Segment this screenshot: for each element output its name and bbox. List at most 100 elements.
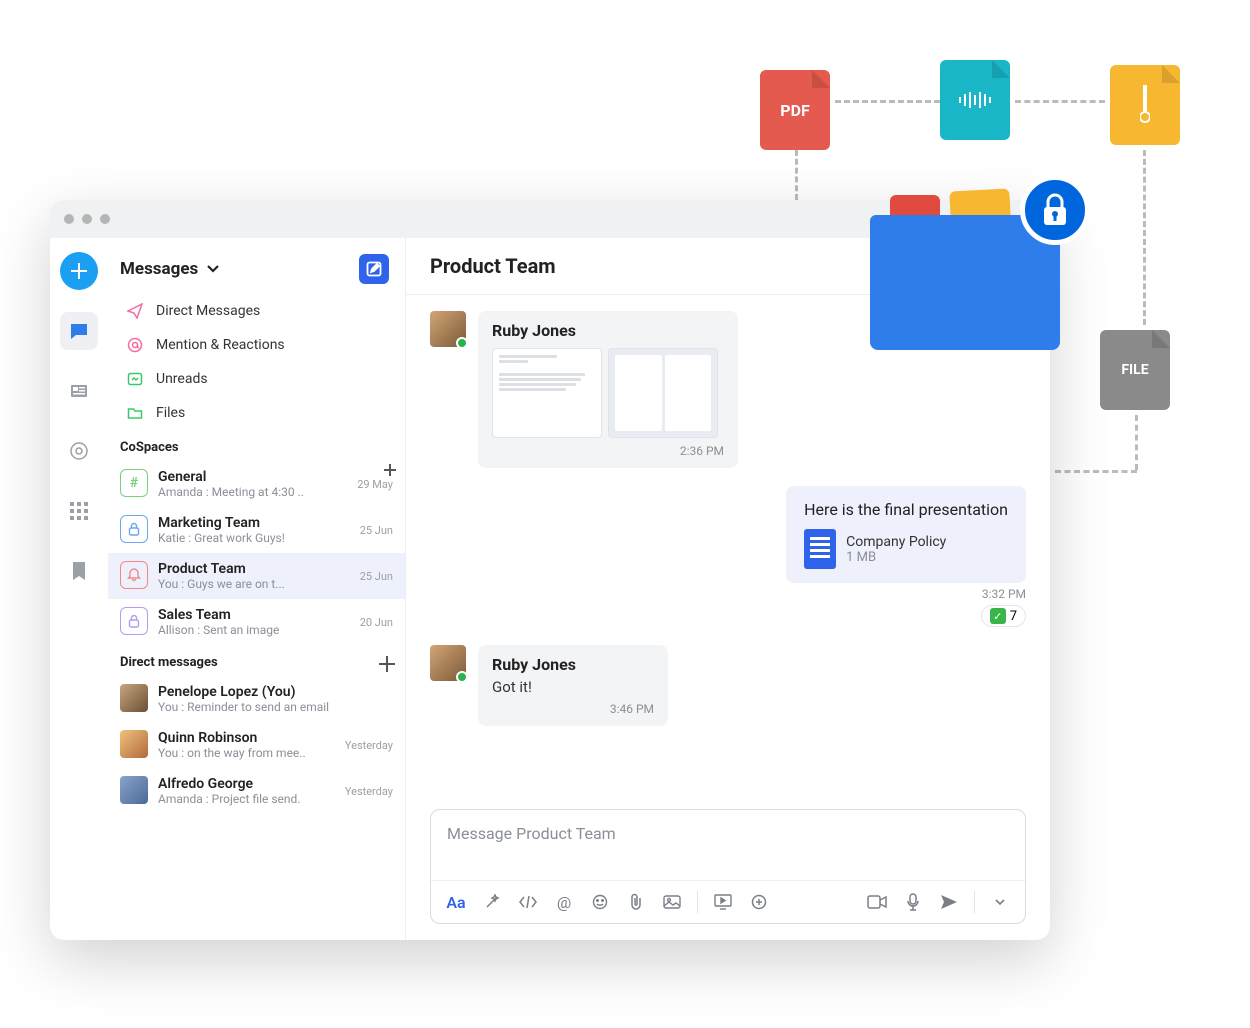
message-row: Ruby Jones Got it! 3:46 PM: [430, 645, 1026, 726]
message-sender: Ruby Jones: [492, 655, 654, 674]
space-icon: [120, 607, 148, 635]
message-sender: Ruby Jones: [492, 321, 724, 340]
avatar: [120, 776, 148, 804]
space-preview: Amanda : Meeting at 4:30 ..: [158, 485, 347, 499]
cospaces-label: CoSpaces: [120, 440, 179, 455]
cospace-item[interactable]: Sales TeamAllison : Sent an image20 Jun: [108, 599, 405, 645]
connector-line: [835, 100, 940, 103]
send-button[interactable]: [934, 887, 964, 917]
send-options-button[interactable]: [985, 887, 1015, 917]
add-button[interactable]: [60, 252, 98, 290]
code-button[interactable]: [513, 887, 543, 917]
sidebar-title-text: Messages: [120, 259, 198, 279]
attachment-thumbnail[interactable]: [608, 348, 718, 438]
rail-settings[interactable]: [60, 432, 98, 470]
composer-toolbar: Aa @: [431, 880, 1025, 923]
rail-bookmarks[interactable]: [60, 552, 98, 590]
cospace-item[interactable]: Product TeamYou : Guys we are on t... 25 …: [108, 553, 405, 599]
directs-header: Direct messages: [108, 645, 405, 676]
outgoing-message: Here is the final presentation Company P…: [430, 486, 1026, 627]
audio-file-icon: [940, 60, 1010, 140]
dm-name: Quinn Robinson: [158, 730, 335, 746]
space-name: Sales Team: [158, 607, 350, 623]
filter-label: Direct Messages: [156, 303, 260, 319]
space-date: 29 May: [357, 478, 393, 491]
emoji-button[interactable]: [585, 887, 615, 917]
sidebar-title[interactable]: Messages: [120, 259, 359, 279]
space-name: General: [158, 469, 347, 485]
window-control[interactable]: [64, 214, 74, 224]
nav-rail: [50, 238, 108, 940]
file-attachment[interactable]: Company Policy 1 MB: [804, 529, 1008, 569]
directs-label: Direct messages: [120, 655, 218, 670]
space-name: Marketing Team: [158, 515, 350, 531]
reaction-badge[interactable]: ✓ 7: [981, 605, 1026, 627]
avatar[interactable]: [430, 311, 466, 347]
dm-preview: You : on the way from mee..: [158, 746, 335, 760]
sidebar: Messages Direct Messages Mention & React…: [108, 238, 406, 940]
folder-illustration: [870, 190, 1070, 350]
message-bubble: Ruby Jones: [478, 311, 738, 468]
presence-indicator: [456, 671, 468, 683]
window-control[interactable]: [100, 214, 110, 224]
message-bubble: Ruby Jones Got it! 3:46 PM: [478, 645, 668, 726]
format-text-button[interactable]: Aa: [441, 887, 471, 917]
attachment-thumbnail[interactable]: [492, 348, 602, 438]
add-space-button[interactable]: [383, 463, 397, 477]
rail-news[interactable]: [60, 372, 98, 410]
video-button[interactable]: [862, 887, 892, 917]
dm-item[interactable]: Quinn RobinsonYou : on the way from mee.…: [108, 722, 405, 768]
space-preview: You : Guys we are on t...: [158, 577, 350, 591]
space-name: Product Team: [158, 561, 350, 577]
dm-name: Penelope Lopez (You): [158, 684, 383, 700]
cospaces-header: CoSpaces: [108, 430, 405, 461]
filter-direct-messages[interactable]: Direct Messages: [108, 294, 405, 328]
add-direct-button[interactable]: [379, 656, 393, 670]
message-time: 3:32 PM: [982, 587, 1026, 601]
rail-messages[interactable]: [60, 312, 98, 350]
unread-icon: [126, 370, 144, 388]
pdf-file-icon: PDF: [760, 70, 830, 150]
chevron-down-icon: [206, 264, 220, 274]
space-date: 25 Jun: [360, 570, 393, 583]
chat-body: Ruby Jones: [406, 295, 1050, 809]
folder-icon: [126, 404, 144, 422]
file-name: Company Policy: [846, 534, 946, 550]
more-button[interactable]: [744, 887, 774, 917]
connector-line: [1143, 150, 1146, 325]
filter-files[interactable]: Files: [108, 396, 405, 430]
space-icon: [120, 515, 148, 543]
mention-button[interactable]: @: [549, 887, 579, 917]
avatar: [120, 730, 148, 758]
magic-button[interactable]: [477, 887, 507, 917]
rail-apps[interactable]: [60, 492, 98, 530]
connector-line: [795, 150, 798, 200]
filter-label: Files: [156, 405, 185, 421]
message-input[interactable]: Message Product Team: [431, 810, 1025, 880]
filter-label: Unreads: [156, 371, 208, 387]
avatar[interactable]: [430, 645, 466, 681]
cospace-item[interactable]: #GeneralAmanda : Meeting at 4:30 ..29 Ma…: [108, 461, 405, 507]
reaction-count: 7: [1010, 609, 1017, 624]
image-button[interactable]: [657, 887, 687, 917]
mic-button[interactable]: [898, 887, 928, 917]
generic-file-icon: FILE: [1100, 330, 1170, 410]
compose-button[interactable]: [359, 254, 389, 284]
avatar: [120, 684, 148, 712]
filter-mentions[interactable]: Mention & Reactions: [108, 328, 405, 362]
presence-indicator: [456, 337, 468, 349]
window-control[interactable]: [82, 214, 92, 224]
filter-unreads[interactable]: Unreads: [108, 362, 405, 396]
screen-record-button[interactable]: [708, 887, 738, 917]
file-label: FILE: [1121, 362, 1148, 378]
composer: Message Product Team Aa @: [430, 809, 1026, 924]
check-icon: ✓: [990, 608, 1006, 624]
connector-line: [1055, 470, 1137, 473]
space-date: 25 Jun: [360, 524, 393, 537]
attach-button[interactable]: [621, 887, 651, 917]
cospace-item[interactable]: Marketing TeamKatie : Great work Guys!25…: [108, 507, 405, 553]
message-time: 3:46 PM: [492, 702, 654, 716]
dm-item[interactable]: Penelope Lopez (You)You : Reminder to se…: [108, 676, 405, 722]
zip-file-icon: [1110, 65, 1180, 145]
dm-item[interactable]: Alfredo GeorgeAmanda : Project file send…: [108, 768, 405, 814]
